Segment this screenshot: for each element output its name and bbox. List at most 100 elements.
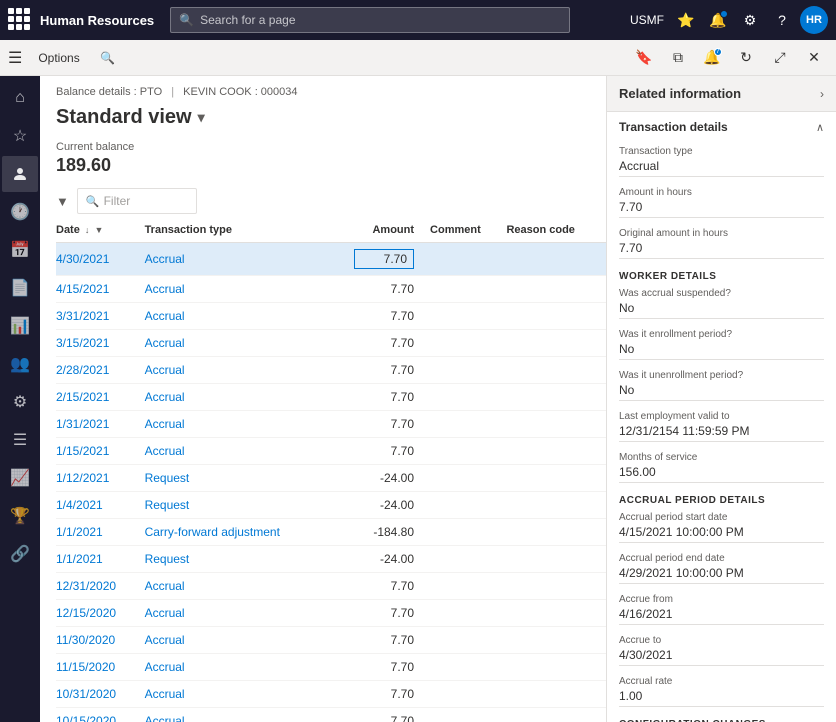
hamburger-icon[interactable]: ☰ (8, 48, 22, 68)
breadcrumb: Balance details : PTO | KEVIN COOK : 000… (40, 76, 606, 102)
sidebar-item-people[interactable]: 👥 (2, 346, 38, 382)
table-row[interactable]: 3/31/2021 Accrual 7.70 (56, 303, 606, 330)
rp-label-accrual-start: Accrual period start date (619, 512, 824, 523)
table-row[interactable]: 12/15/2020 Accrual 7.70 (56, 600, 606, 627)
cell-type[interactable]: Accrual (145, 243, 332, 276)
cell-type[interactable]: Accrual (145, 357, 332, 384)
search-placeholder: Search for a page (200, 13, 295, 27)
cell-type[interactable]: Accrual (145, 627, 332, 654)
cell-date[interactable]: 12/31/2020 (56, 573, 145, 600)
sidebar-item-home[interactable]: ⌂ (2, 80, 38, 116)
table-row[interactable]: 10/15/2020 Accrual 7.70 (56, 708, 606, 722)
cell-type[interactable]: Request (145, 546, 332, 573)
cell-type[interactable]: Accrual (145, 330, 332, 357)
cell-type[interactable]: Accrual (145, 573, 332, 600)
cell-date[interactable]: 4/15/2021 (56, 276, 145, 303)
table-row[interactable]: 1/1/2021 Request -24.00 (56, 546, 606, 573)
help-icon[interactable]: ? (768, 6, 796, 34)
table-row[interactable]: 10/31/2020 Accrual 7.70 (56, 681, 606, 708)
cell-date[interactable]: 1/4/2021 (56, 492, 145, 519)
app-grid-icon[interactable] (8, 8, 32, 32)
table-row[interactable]: 1/1/2021 Carry-forward adjustment -184.8… (56, 519, 606, 546)
table-row[interactable]: 1/15/2021 Accrual 7.70 (56, 438, 606, 465)
cell-type[interactable]: Accrual (145, 276, 332, 303)
user-avatar[interactable]: HR (800, 6, 828, 34)
cell-type[interactable]: Request (145, 465, 332, 492)
sidebar-item-calendar[interactable]: 📅 (2, 232, 38, 268)
right-panel-chevron[interactable]: › (820, 87, 824, 101)
global-search-bar[interactable]: 🔍 Search for a page (170, 7, 570, 33)
filter-icon[interactable]: ▼ (56, 194, 69, 209)
cell-date[interactable]: 12/15/2020 (56, 600, 145, 627)
table-row[interactable]: 1/4/2021 Request -24.00 (56, 492, 606, 519)
rp-section-chevron-up[interactable]: ∧ (816, 121, 824, 134)
toolbar-refresh-icon[interactable]: ↻ (732, 44, 760, 72)
cell-date[interactable]: 10/15/2020 (56, 708, 145, 722)
cell-date[interactable]: 4/30/2021 (56, 243, 145, 276)
filter-input-container[interactable]: 🔍 Filter (77, 188, 197, 214)
favorites-icon[interactable]: ⭐ (672, 6, 700, 34)
cell-date[interactable]: 2/15/2021 (56, 384, 145, 411)
toolbar-search-icon[interactable]: 🔍 (96, 46, 120, 70)
sidebar-item-person[interactable] (2, 156, 38, 192)
table-row[interactable]: 11/15/2020 Accrual 7.70 (56, 654, 606, 681)
cell-date[interactable]: 2/28/2021 (56, 357, 145, 384)
view-dropdown-chevron[interactable]: ▾ (198, 109, 205, 126)
sidebar-item-chart[interactable]: 📊 (2, 308, 38, 344)
cell-type[interactable]: Accrual (145, 708, 332, 722)
cell-amount[interactable]: 7.70 (331, 243, 430, 276)
rp-label-unenrollment: Was it unenrollment period? (619, 370, 824, 381)
table-row[interactable]: 1/12/2021 Request -24.00 (56, 465, 606, 492)
cell-date[interactable]: 3/31/2021 (56, 303, 145, 330)
amount-input[interactable]: 7.70 (354, 249, 414, 269)
rp-field-transaction-type: Transaction type Accrual (607, 142, 836, 183)
sidebar-item-graph[interactable]: 📈 (2, 460, 38, 496)
table-row[interactable]: 4/30/2021 Accrual 7.70 (56, 243, 606, 276)
cell-date[interactable]: 3/15/2021 (56, 330, 145, 357)
sidebar-item-clock[interactable]: 🕐 (2, 194, 38, 230)
sidebar-item-list[interactable]: ☰ (2, 422, 38, 458)
toolbar-notification-badge[interactable]: 🔔 7 (698, 44, 726, 72)
date-sort-icon[interactable]: ↓ (85, 225, 90, 235)
cell-type[interactable]: Accrual (145, 303, 332, 330)
rp-section-header-transaction[interactable]: Transaction details ∧ (607, 112, 836, 142)
sidebar-item-document[interactable]: 📄 (2, 270, 38, 306)
cell-date[interactable]: 11/15/2020 (56, 654, 145, 681)
table-row[interactable]: 1/31/2021 Accrual 7.70 (56, 411, 606, 438)
cell-date[interactable]: 1/1/2021 (56, 546, 145, 573)
cell-date[interactable]: 1/31/2021 (56, 411, 145, 438)
toolbar-open-icon[interactable]: ⧉ (664, 44, 692, 72)
table-row[interactable]: 2/28/2021 Accrual 7.70 (56, 357, 606, 384)
table-row[interactable]: 2/15/2021 Accrual 7.70 (56, 384, 606, 411)
table-row[interactable]: 3/15/2021 Accrual 7.70 (56, 330, 606, 357)
cell-type[interactable]: Request (145, 492, 332, 519)
table-row[interactable]: 4/15/2021 Accrual 7.70 (56, 276, 606, 303)
table-row[interactable]: 12/31/2020 Accrual 7.70 (56, 573, 606, 600)
date-filter-icon[interactable]: ▼ (94, 225, 103, 235)
sidebar-item-award[interactable]: 🏆 (2, 498, 38, 534)
sidebar-item-link[interactable]: 🔗 (2, 536, 38, 572)
cell-date[interactable]: 1/15/2021 (56, 438, 145, 465)
toolbar-close-icon[interactable]: ✕ (800, 44, 828, 72)
cell-type[interactable]: Accrual (145, 600, 332, 627)
sidebar-item-favorites[interactable]: ☆ (2, 118, 38, 154)
options-button[interactable]: Options (30, 47, 87, 69)
cell-date[interactable]: 10/31/2020 (56, 681, 145, 708)
cell-type[interactable]: Accrual (145, 384, 332, 411)
right-panel-title: Related information (619, 86, 741, 101)
cell-type[interactable]: Accrual (145, 411, 332, 438)
cell-type[interactable]: Accrual (145, 681, 332, 708)
settings-icon[interactable]: ⚙ (736, 6, 764, 34)
cell-date[interactable]: 1/12/2021 (56, 465, 145, 492)
toolbar-personalize-icon[interactable]: 🔖 (630, 44, 658, 72)
sidebar-item-settings2[interactable]: ⚙ (2, 384, 38, 420)
cell-type[interactable]: Accrual (145, 438, 332, 465)
cell-date[interactable]: 11/30/2020 (56, 627, 145, 654)
notification-icon[interactable]: 🔔 (704, 6, 732, 34)
cell-date[interactable]: 1/1/2021 (56, 519, 145, 546)
cell-type[interactable]: Carry-forward adjustment (145, 519, 332, 546)
cell-type[interactable]: Accrual (145, 654, 332, 681)
table-row[interactable]: 11/30/2020 Accrual 7.70 (56, 627, 606, 654)
toolbar-expand-icon[interactable]: ⤢ (766, 44, 794, 72)
cell-comment (430, 573, 506, 600)
